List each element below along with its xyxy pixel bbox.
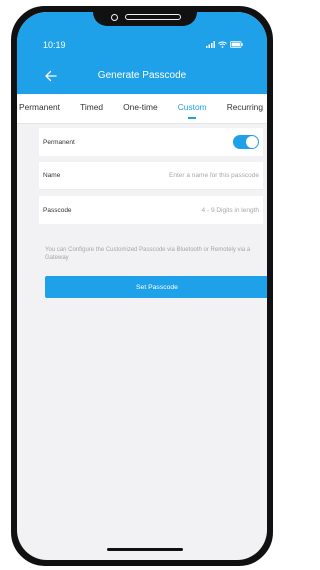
status-bar: 10:19 bbox=[17, 40, 267, 52]
tab-one-time[interactable]: One-time bbox=[123, 102, 157, 116]
tab-custom[interactable]: Custom bbox=[178, 102, 207, 119]
camera-icon bbox=[111, 14, 118, 21]
passcode-label: Passcode bbox=[43, 206, 72, 214]
page-title: Generate Passcode bbox=[97, 70, 187, 81]
status-icons bbox=[206, 41, 243, 48]
battery-icon bbox=[230, 41, 243, 48]
phone-frame: 10:19 Generate Passcode Permanent Timed … bbox=[11, 6, 273, 566]
passcode-row[interactable]: Passcode 4 - 9 Digits in length bbox=[39, 196, 263, 224]
permanent-label: Permanent bbox=[43, 138, 75, 146]
name-input[interactable]: Enter a name for this passcode bbox=[169, 172, 263, 179]
status-time: 10:19 bbox=[43, 40, 66, 50]
set-passcode-button[interactable]: Set Passcode bbox=[45, 276, 267, 298]
signal-icon bbox=[206, 41, 215, 48]
passcode-type-tabs: Permanent Timed One-time Custom Recurrin… bbox=[17, 94, 267, 124]
permanent-row: Permanent bbox=[39, 128, 263, 156]
home-indicator[interactable] bbox=[107, 548, 183, 551]
tab-recurring[interactable]: Recurring bbox=[227, 102, 263, 116]
name-row[interactable]: Name Enter a name for this passcode bbox=[39, 162, 263, 190]
toggle-knob bbox=[246, 136, 258, 148]
name-label: Name bbox=[43, 172, 61, 179]
permanent-toggle[interactable] bbox=[233, 135, 259, 149]
tab-permanent[interactable]: Permanent bbox=[19, 102, 60, 116]
nav-bar: Generate Passcode bbox=[17, 66, 267, 86]
wifi-icon bbox=[218, 41, 227, 48]
phone-notch bbox=[93, 12, 197, 26]
app-screen: 10:19 Generate Passcode Permanent Timed … bbox=[17, 12, 267, 560]
configuration-hint: You can Configure the Customized Passcod… bbox=[45, 247, 251, 261]
speaker-icon bbox=[125, 14, 181, 20]
tab-timed[interactable]: Timed bbox=[80, 102, 103, 116]
passcode-input[interactable]: 4 - 9 Digits in length bbox=[202, 207, 263, 214]
